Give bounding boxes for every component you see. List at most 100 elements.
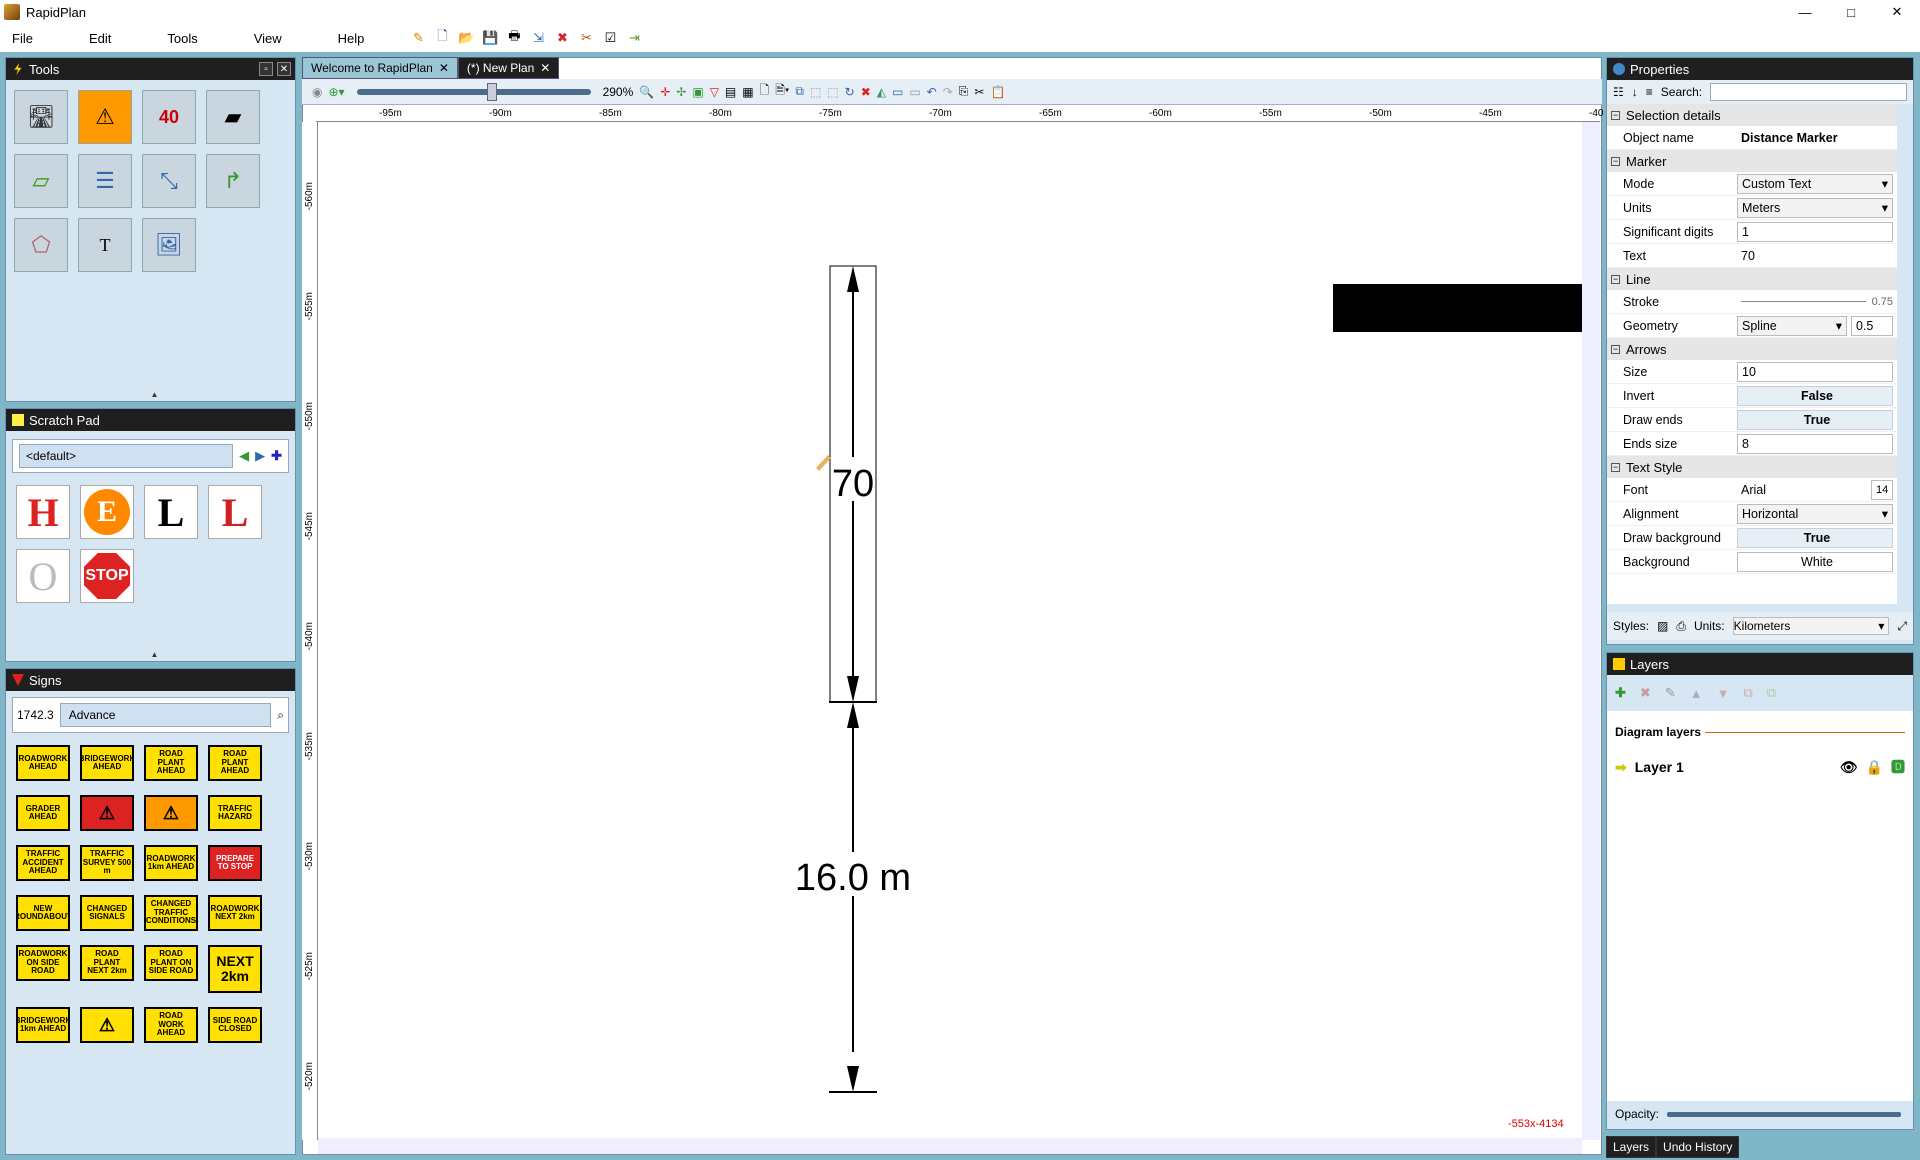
close-icon[interactable]: ✕ xyxy=(277,62,291,76)
undo-icon[interactable]: ↶ xyxy=(927,85,937,99)
roadwork-sign-tool-icon[interactable]: ⚠ xyxy=(78,90,132,144)
page-icon[interactable]: 🗋 xyxy=(760,81,770,102)
menu-tools[interactable]: Tools xyxy=(167,31,197,46)
tab-layers[interactable]: Layers xyxy=(1606,1136,1657,1158)
visibility-eye-icon[interactable]: 👁 xyxy=(1840,759,1858,776)
new-document-icon[interactable]: 🗋 xyxy=(432,28,452,48)
open-folder-icon[interactable]: 📂 xyxy=(456,28,476,48)
text-input[interactable]: 70 xyxy=(1737,246,1893,266)
zoom-icon[interactable]: 🔍 xyxy=(639,85,654,99)
exit-icon[interactable]: ⇥ xyxy=(624,28,644,48)
sign-e-icon[interactable]: E xyxy=(80,485,134,539)
close-button[interactable]: ✕ xyxy=(1874,0,1920,24)
cat-line[interactable]: − Line xyxy=(1607,268,1897,290)
forward-icon[interactable]: ▶ xyxy=(255,448,265,464)
binoculars-icon[interactable]: ⌕ xyxy=(277,708,284,723)
image-icon[interactable]: ▣ xyxy=(692,85,703,99)
styles-icon[interactable]: ▨ xyxy=(1657,619,1668,633)
front-icon[interactable]: ▭ xyxy=(892,85,903,99)
duplicate-layer-icon[interactable]: ⧉ xyxy=(1767,685,1776,701)
remove-layer-icon[interactable]: ✖ xyxy=(1640,685,1651,701)
area-tool-icon[interactable]: ▱ xyxy=(14,154,68,208)
cat-marker[interactable]: − Marker xyxy=(1607,150,1897,172)
save-icon[interactable]: 💾 xyxy=(480,28,500,48)
menu-view[interactable]: View xyxy=(254,31,282,46)
sign-item[interactable]: TRAFFIC ACCIDENT AHEAD xyxy=(16,845,70,881)
stop-sign-icon[interactable]: STOP xyxy=(80,549,134,603)
sign-o-icon[interactable]: O xyxy=(16,549,70,603)
sign-item[interactable]: BRIDGEWORK AHEAD xyxy=(80,745,134,781)
geometry-select[interactable]: Spline ▾ xyxy=(1737,315,1847,336)
font-size-input[interactable]: 14 xyxy=(1871,479,1893,500)
drawing-canvas[interactable]: 70 16.0 m xyxy=(318,122,1582,1136)
arrow-tool-icon[interactable]: ↱ xyxy=(206,154,260,208)
speed-sign-tool-icon[interactable]: 40 xyxy=(142,90,196,144)
marker-text[interactable]: 70 xyxy=(832,463,874,505)
image-tool-icon[interactable]: 🖼 xyxy=(142,218,196,272)
tools-icon[interactable]: ✂ xyxy=(576,28,596,48)
print-icon[interactable]: 🖶 xyxy=(504,28,524,48)
sign-item[interactable]: ROAD PLANT AHEAD xyxy=(144,745,198,781)
table-tool-icon[interactable]: ☰ xyxy=(78,154,132,208)
text-tool-icon[interactable]: T xyxy=(78,218,132,272)
list-view-icon[interactable]: ≡ xyxy=(1646,85,1653,99)
rotate-icon[interactable]: ↻ xyxy=(845,85,855,99)
road-segment-tool-icon[interactable]: ▰ xyxy=(206,90,260,144)
alignment-select[interactable]: Horizontal ▾ xyxy=(1737,503,1893,524)
sort-categorized-icon[interactable]: ☷ xyxy=(1613,85,1624,99)
move-layer-up-icon[interactable]: ▲ xyxy=(1690,686,1703,701)
menu-file[interactable]: File xyxy=(12,31,33,46)
lock-icon[interactable]: 🔒 xyxy=(1866,759,1883,776)
road-tool-icon[interactable]: 🛣 xyxy=(14,90,68,144)
layer-properties-icon[interactable]: ✎ xyxy=(1665,685,1676,701)
cat-text-style[interactable]: − Text Style xyxy=(1607,456,1897,478)
menu-help[interactable]: Help xyxy=(338,31,365,46)
polygon-tool-icon[interactable]: ⬠ xyxy=(14,218,68,272)
style-preview-icon[interactable]: ⎙ xyxy=(1676,619,1686,634)
sign-item[interactable]: CHANGED SIGNALS xyxy=(80,895,134,931)
sign-item[interactable]: ⚠ xyxy=(80,795,134,831)
sign-item[interactable]: PREPARE TO STOP xyxy=(208,845,262,881)
move-layer-down-icon[interactable]: ▼ xyxy=(1717,686,1730,701)
distribute-icon[interactable]: ⬚ xyxy=(827,85,838,99)
list-icon[interactable]: ▤ xyxy=(725,85,736,99)
tab-welcome[interactable]: Welcome to RapidPlan ✕ xyxy=(302,57,458,79)
units-footer-select[interactable]: Kilometers ▾ xyxy=(1732,617,1890,635)
sign-item[interactable]: CHANGED TRAFFIC CONDITIONS xyxy=(144,895,198,931)
distance-label[interactable]: 16.0 m xyxy=(795,857,911,899)
merge-layer-icon[interactable]: ⧉ xyxy=(1743,685,1752,701)
sign-l-black-icon[interactable]: L xyxy=(144,485,198,539)
sort-alpha-icon[interactable]: ↓ xyxy=(1632,85,1638,99)
scratch-pad-select[interactable]: <default> xyxy=(19,444,234,468)
paste-icon[interactable]: 📋 xyxy=(990,85,1005,99)
mode-select[interactable]: Custom Text ▾ xyxy=(1737,173,1893,194)
geometry-tension-input[interactable]: 0.5 xyxy=(1851,315,1893,336)
sign-h-icon[interactable]: H xyxy=(16,485,70,539)
sign-item[interactable]: ROADWORK NEXT 2km xyxy=(208,895,262,931)
sign-l-red-icon[interactable]: L xyxy=(208,485,262,539)
panel-grip[interactable]: ▲ xyxy=(151,390,159,399)
add-icon[interactable]: ✚ xyxy=(271,448,282,464)
add-layer-icon[interactable]: ✚ xyxy=(1615,685,1626,701)
search-input[interactable] xyxy=(1710,83,1907,101)
measure-tool-icon[interactable]: ⤡ xyxy=(142,154,196,208)
back-icon[interactable]: ▭ xyxy=(909,85,920,99)
sign-item[interactable]: TRAFFIC SURVEY 500 m xyxy=(80,845,134,881)
globe-icon[interactable]: ◉ xyxy=(312,85,322,99)
popout-icon[interactable]: ⤢ xyxy=(1897,619,1907,634)
cut-icon[interactable]: ✂ xyxy=(974,85,984,99)
sign-count[interactable]: 1742.3 xyxy=(17,708,54,722)
sign-item[interactable]: NEW ROUNDABOUT xyxy=(16,895,70,931)
group-icon[interactable]: ⧉ xyxy=(795,84,804,99)
draw-background-toggle[interactable]: True xyxy=(1737,527,1893,548)
redo-icon[interactable]: ↷ xyxy=(943,85,953,99)
tab-undo-history[interactable]: Undo History xyxy=(1656,1136,1740,1158)
sign-item[interactable]: SIDE ROAD CLOSED xyxy=(208,1007,262,1043)
background-value[interactable]: White xyxy=(1737,551,1893,572)
menu-edit[interactable]: Edit xyxy=(89,31,111,46)
flip-icon[interactable]: ◭ xyxy=(877,85,886,99)
zoom-slider[interactable] xyxy=(356,82,591,101)
delete-object-icon[interactable]: ✖ xyxy=(861,85,871,99)
opacity-slider[interactable] xyxy=(1667,1111,1901,1117)
checklist-icon[interactable]: ☑ xyxy=(600,28,620,48)
